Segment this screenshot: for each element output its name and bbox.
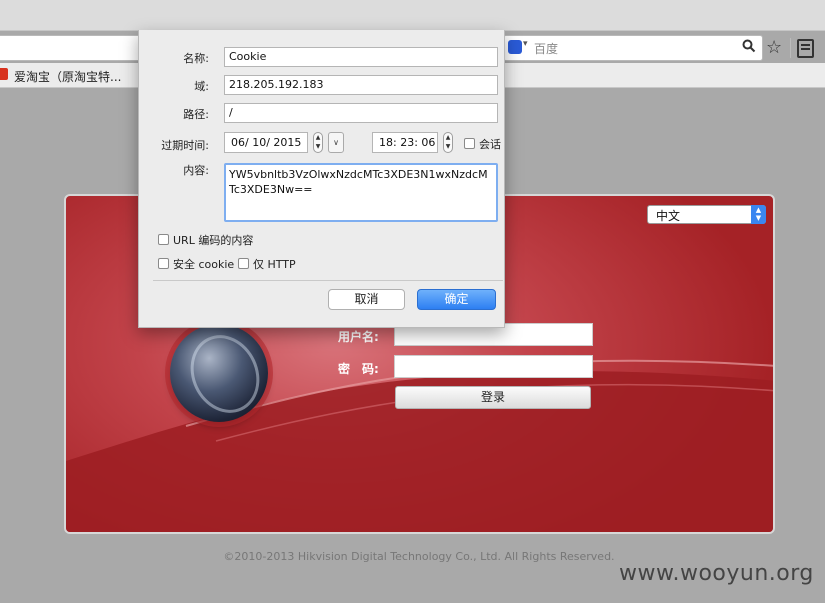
expires-label: 过期时间: — [161, 139, 209, 152]
expires-date-field[interactable]: 06/ 10/ 2015 — [224, 132, 308, 153]
ok-button[interactable]: 确定 — [417, 289, 496, 310]
calendar-dropdown-button[interactable]: ∨ — [328, 132, 344, 153]
username-label: 用户名: — [338, 330, 379, 344]
search-icon[interactable] — [742, 39, 756, 53]
time-stepper[interactable]: ▲ ▼ — [443, 132, 453, 153]
toolbar-divider — [790, 38, 791, 58]
path-label: 路径: — [183, 108, 209, 121]
login-button[interactable]: 登录 — [395, 386, 591, 409]
cookie-edit-dialog: 名称: Cookie 域: 218.205.192.183 路径: / 过期时间… — [138, 30, 505, 328]
http-only-label: 仅 HTTP — [253, 258, 296, 271]
content-textarea[interactable]: YW5vbnltb3VzOlwxNzdcMTc3XDE3N1wxNzdcMTc3… — [224, 163, 498, 222]
reader-list-icon[interactable] — [797, 39, 814, 58]
path-field[interactable]: / — [224, 103, 498, 123]
chevron-down-icon[interactable]: ▾ — [523, 39, 528, 49]
password-label: 密 码: — [338, 362, 379, 376]
domain-field[interactable]: 218.205.192.183 — [224, 75, 498, 95]
baidu-paw-icon[interactable] — [508, 40, 522, 54]
secure-cookie-checkbox[interactable] — [158, 258, 169, 269]
name-field[interactable]: Cookie — [224, 47, 498, 67]
globe-logo — [170, 324, 268, 422]
url-encoded-label: URL 编码的内容 — [173, 234, 254, 247]
cancel-button[interactable]: 取消 — [328, 289, 405, 310]
secure-cookie-label: 安全 cookie — [173, 258, 235, 271]
bookmark-item-aitaobao[interactable]: 爱淘宝（原淘宝特... — [14, 68, 121, 85]
domain-label: 域: — [194, 80, 209, 93]
date-stepper[interactable]: ▲ ▼ — [313, 132, 323, 153]
expires-time-field[interactable]: 18: 23: 06 — [372, 132, 438, 153]
search-box[interactable]: ▾ 百度 — [503, 35, 763, 61]
window-titlebar — [0, 0, 825, 31]
star-icon[interactable]: ☆ — [766, 37, 782, 58]
url-encoded-checkbox[interactable] — [158, 234, 169, 245]
chevron-updown-icon: ▲ ▼ — [751, 205, 766, 224]
content-label: 内容: — [183, 164, 209, 177]
session-label: 会话 — [479, 138, 501, 151]
password-input[interactable] — [394, 355, 593, 378]
name-label: 名称: — [183, 52, 209, 65]
language-select[interactable]: 中文 ▲ ▼ — [647, 205, 766, 224]
taobao-favicon-icon — [0, 68, 8, 80]
watermark: www.wooyun.org — [619, 561, 814, 586]
language-value: 中文 — [656, 209, 681, 223]
session-checkbox[interactable] — [464, 138, 475, 149]
search-placeholder: 百度 — [534, 42, 559, 56]
http-only-checkbox[interactable] — [238, 258, 249, 269]
dialog-divider — [153, 280, 503, 281]
